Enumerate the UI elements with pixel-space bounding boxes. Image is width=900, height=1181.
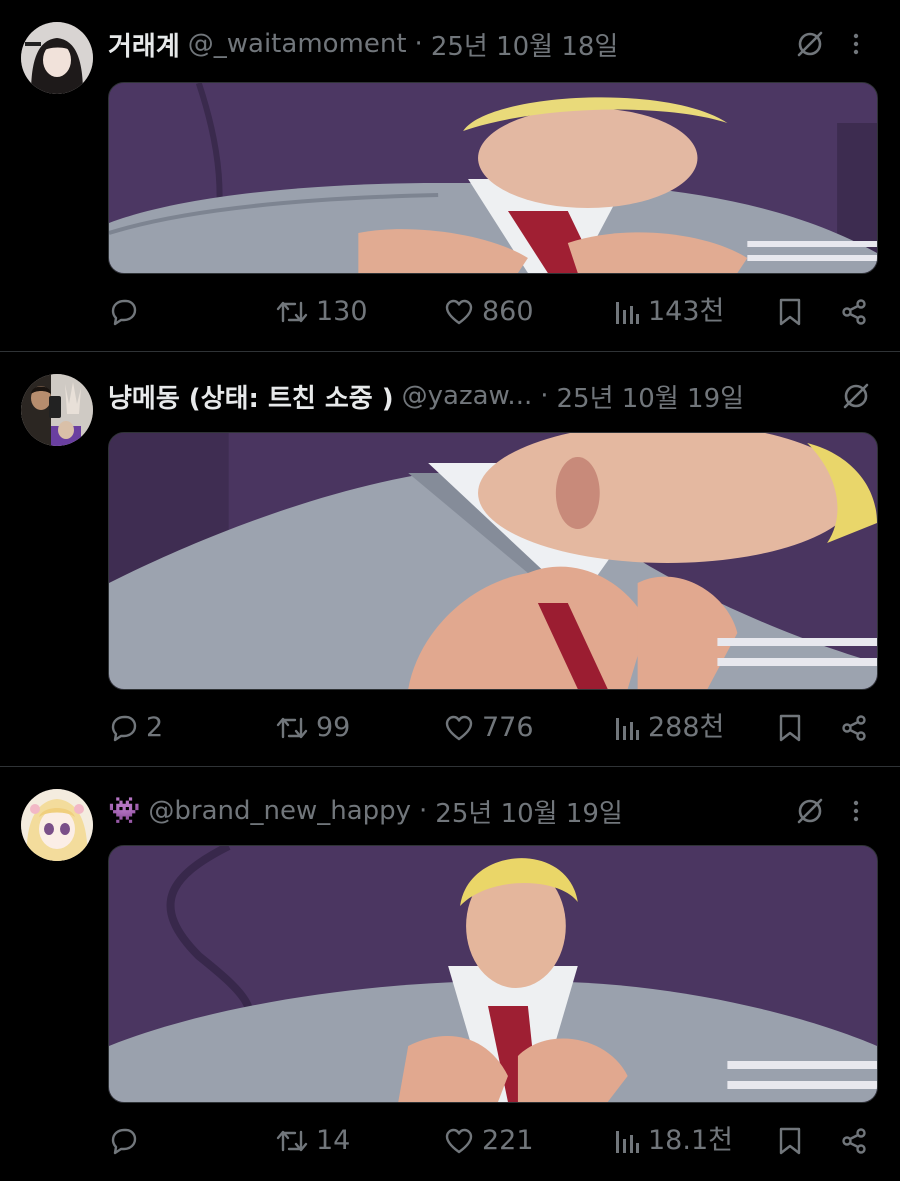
tweet-date[interactable]: 25년 10월 18일: [431, 26, 619, 63]
tweet[interactable]: 👾 @brand_new_happy · 25년 10월 19일 14 221 …: [0, 767, 900, 1181]
retweet-icon: [276, 713, 316, 743]
display-name[interactable]: 👾: [108, 796, 140, 826]
share-button[interactable]: [836, 714, 876, 742]
reply-icon: [108, 1126, 146, 1156]
retweet-count: 99: [316, 712, 351, 743]
tweet-actions: 14 221 18.1천: [108, 1121, 878, 1161]
views-chart-icon: [614, 714, 648, 742]
grok-slash-icon[interactable]: [790, 791, 830, 831]
tweet-actions: 2 99 776 288천: [108, 708, 878, 748]
media-image[interactable]: [108, 82, 878, 274]
share-button[interactable]: [836, 298, 876, 326]
like-button[interactable]: 860: [444, 292, 614, 332]
share-icon: [840, 714, 876, 742]
bookmark-button[interactable]: [778, 297, 836, 327]
tweet[interactable]: 거래계 @_waitamoment · 25년 10월 18일 130 860 …: [0, 0, 900, 352]
bookmark-button[interactable]: [778, 1126, 836, 1156]
tweet-header: 👾 @brand_new_happy · 25년 10월 19일: [108, 791, 876, 831]
user-handle[interactable]: @yazaw...: [402, 381, 533, 411]
separator-dot: ·: [414, 29, 423, 59]
display-name[interactable]: 냥메동 (상태: 트친 소중 ): [108, 378, 394, 415]
media-image[interactable]: [108, 432, 878, 690]
timeline: 거래계 @_waitamoment · 25년 10월 18일 130 860 …: [0, 0, 900, 1181]
reply-icon: [108, 713, 146, 743]
separator-dot: ·: [419, 796, 428, 826]
retweet-count: 130: [316, 296, 368, 327]
reply-icon: [108, 297, 146, 327]
more-vertical-icon[interactable]: [836, 791, 876, 831]
retweet-button[interactable]: 14: [276, 1121, 444, 1161]
reply-button[interactable]: [108, 1126, 276, 1156]
like-heart-icon: [444, 1127, 482, 1155]
like-heart-icon: [444, 298, 482, 326]
tweet-header: 냥메동 (상태: 트친 소중 ) @yazaw... · 25년 10월 19일: [108, 376, 876, 416]
more-vertical-icon[interactable]: [836, 24, 876, 64]
media-image[interactable]: [108, 845, 878, 1103]
views-chart-icon: [614, 1127, 648, 1155]
retweet-icon: [276, 297, 316, 327]
views-chart-icon: [614, 298, 648, 326]
user-handle[interactable]: @_waitamoment: [188, 29, 407, 59]
like-count: 776: [482, 712, 534, 743]
retweet-count: 14: [316, 1125, 351, 1156]
reply-button[interactable]: [108, 297, 276, 327]
like-button[interactable]: 221: [444, 1121, 614, 1161]
tweet-date[interactable]: 25년 10월 19일: [557, 378, 745, 415]
separator-dot: ·: [540, 381, 549, 411]
reply-count: 2: [146, 712, 164, 743]
retweet-button[interactable]: 99: [276, 708, 444, 748]
grok-slash-icon[interactable]: [790, 24, 830, 64]
bookmark-button[interactable]: [778, 713, 836, 743]
views-count: 18.1천: [648, 1125, 733, 1156]
views-count: 288천: [648, 712, 725, 743]
share-icon: [840, 1127, 876, 1155]
grok-slash-icon[interactable]: [836, 376, 876, 416]
share-icon: [840, 298, 876, 326]
reply-button[interactable]: 2: [108, 708, 276, 748]
like-button[interactable]: 776: [444, 708, 614, 748]
bookmark-icon: [778, 297, 810, 327]
retweet-icon: [276, 1126, 316, 1156]
views-button[interactable]: 143천: [614, 292, 778, 332]
views-button[interactable]: 18.1천: [614, 1121, 778, 1161]
avatar[interactable]: [21, 22, 93, 94]
views-count: 143천: [648, 296, 725, 327]
bookmark-icon: [778, 1126, 810, 1156]
tweet-actions: 130 860 143천: [108, 292, 878, 332]
avatar[interactable]: [21, 374, 93, 446]
tweet-date[interactable]: 25년 10월 19일: [435, 793, 623, 830]
tweet-header: 거래계 @_waitamoment · 25년 10월 18일: [108, 24, 876, 64]
like-count: 860: [482, 296, 534, 327]
tweet[interactable]: 냥메동 (상태: 트친 소중 ) @yazaw... · 25년 10월 19일: [0, 352, 900, 767]
share-button[interactable]: [836, 1127, 876, 1155]
like-count: 221: [482, 1125, 534, 1156]
avatar[interactable]: [21, 789, 93, 861]
views-button[interactable]: 288천: [614, 708, 778, 748]
user-handle[interactable]: @brand_new_happy: [148, 796, 411, 826]
like-heart-icon: [444, 714, 482, 742]
bookmark-icon: [778, 713, 810, 743]
display-name[interactable]: 거래계: [108, 26, 180, 63]
retweet-button[interactable]: 130: [276, 292, 444, 332]
